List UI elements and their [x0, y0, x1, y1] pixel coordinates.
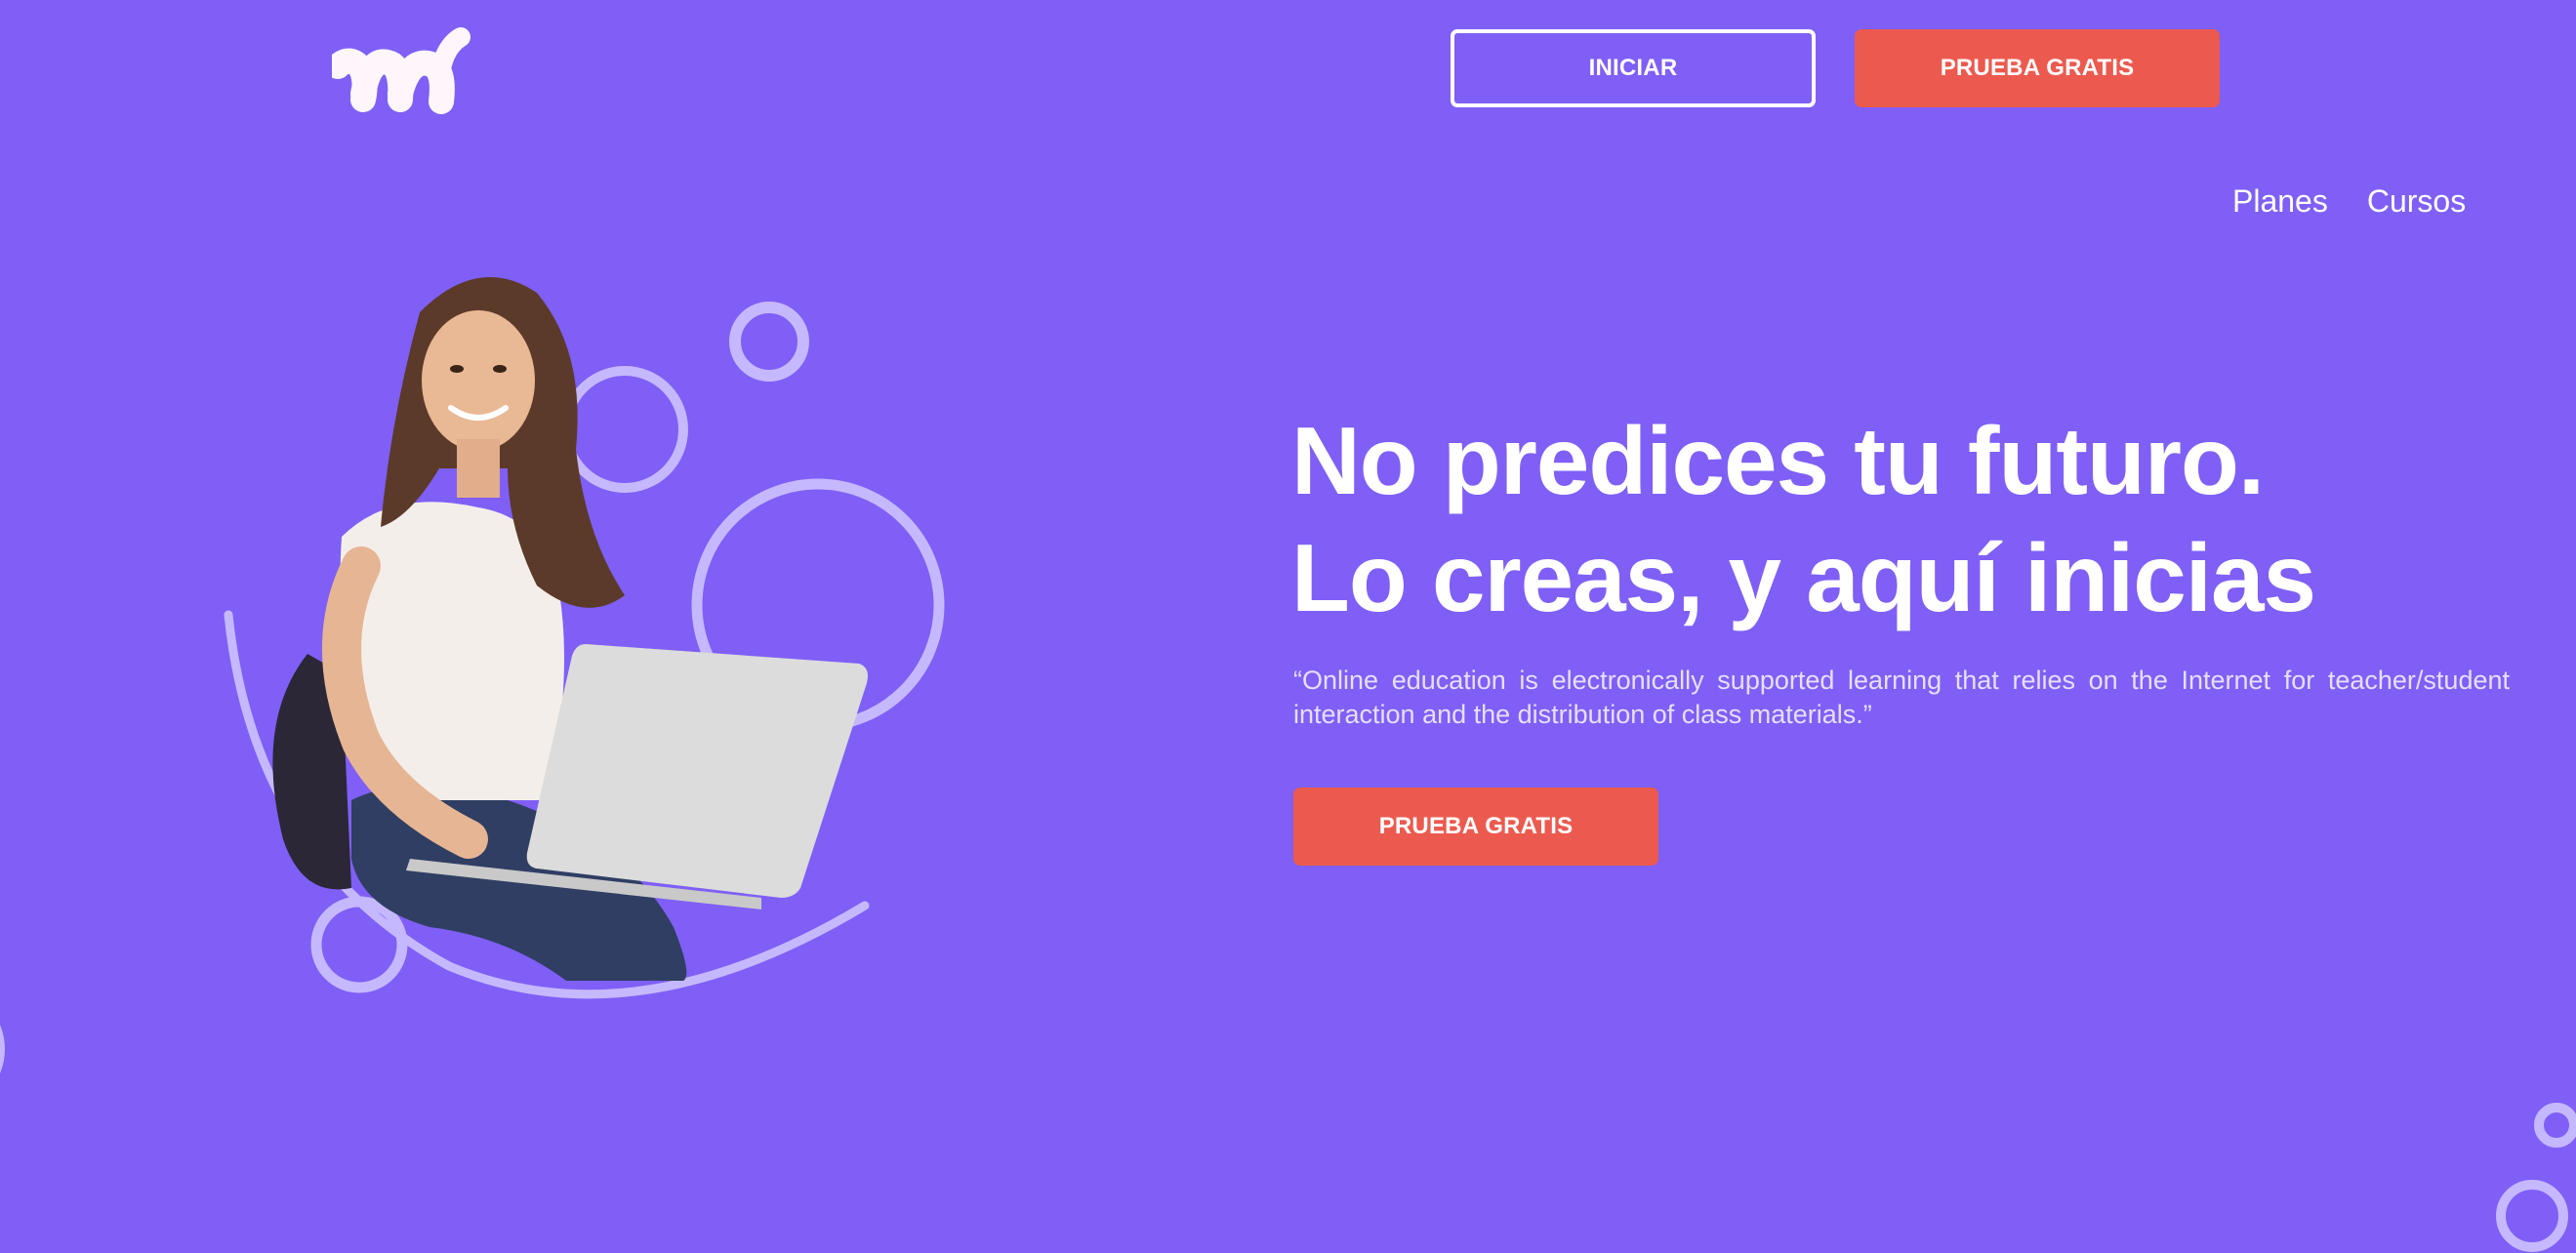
hero-quote: “Online education is electronically supp…	[1293, 666, 2510, 729]
decorative-ring-small	[2534, 1103, 2576, 1148]
landing-page: INICIAR PRUEBA GRATIS Planes Cursos No p…	[0, 0, 2576, 1253]
decorative-ring-bottom	[2496, 1180, 2568, 1252]
nav-item-cursos[interactable]: Cursos	[2367, 183, 2466, 220]
hero-free-trial-button[interactable]: PRUEBA GRATIS	[1293, 788, 1658, 866]
free-trial-button[interactable]: PRUEBA GRATIS	[1855, 29, 2220, 107]
student-laptop-illustration	[224, 277, 945, 999]
hero-headline-line-1: No predices tu futuro.	[1291, 407, 2265, 514]
nav-item-planes[interactable]: Planes	[2232, 183, 2328, 220]
brand-logo-icon[interactable]	[332, 23, 474, 117]
hero-headline-line-2: Lo creas, y aquí inicias	[1291, 524, 2316, 631]
main-nav: Planes Cursos	[2232, 183, 2466, 220]
hero-headline: No predices tu futuro. Lo creas, y aquí …	[1291, 402, 2316, 636]
login-button[interactable]: INICIAR	[1451, 29, 1816, 107]
decorative-ring-left	[0, 1025, 5, 1073]
